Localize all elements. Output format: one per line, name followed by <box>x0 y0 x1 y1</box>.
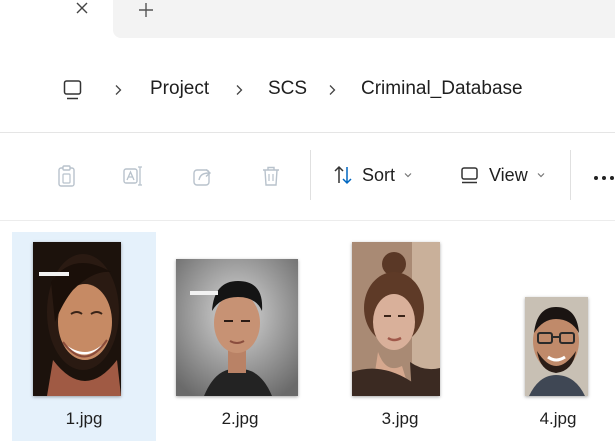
monitor-icon <box>63 80 82 100</box>
new-tab-button[interactable] <box>134 0 158 22</box>
delete-button[interactable] <box>260 164 282 188</box>
rename-button[interactable] <box>122 164 144 188</box>
thumbnail <box>525 297 588 396</box>
file-item[interactable]: 3.jpg <box>325 232 475 441</box>
photo-man-glasses <box>525 297 588 396</box>
plus-icon <box>139 3 153 17</box>
breadcrumb-criminal-database[interactable]: Criminal_Database <box>361 76 523 102</box>
copy-button[interactable] <box>56 164 78 188</box>
file-name: 1.jpg <box>65 409 103 428</box>
trash-icon <box>263 166 279 186</box>
sort-icon <box>334 165 352 185</box>
tab-strip <box>0 0 615 38</box>
new-tab-area <box>113 0 615 38</box>
thumbnail <box>176 259 298 396</box>
chevron-right-icon <box>236 85 243 95</box>
breadcrumb-project[interactable]: Project <box>150 76 209 102</box>
this-pc-button[interactable] <box>62 79 84 101</box>
sort-label: Sort <box>362 164 396 185</box>
share-icon <box>193 168 212 186</box>
view-icon <box>461 167 478 184</box>
close-icon <box>76 2 88 14</box>
thumbnail <box>352 242 440 396</box>
address-bar[interactable]: Project SCS Criminal_Database <box>0 38 615 132</box>
file-name: 2.jpg <box>221 409 259 428</box>
photo-young-man <box>176 259 298 396</box>
file-grid: 1.jpg 2.jpg 3.jpg 4.jpg <box>0 221 615 441</box>
file-name: 4.jpg <box>539 409 577 428</box>
sort-button[interactable]: Sort <box>332 157 413 193</box>
view-label: View <box>489 164 528 185</box>
command-bar: Sort View <box>0 133 615 221</box>
photo-woman-smiling <box>33 242 121 396</box>
toolbar-separator <box>310 150 311 200</box>
chevron-right-icon <box>329 85 336 95</box>
rename-icon <box>123 166 142 186</box>
file-name: 3.jpg <box>381 409 419 428</box>
thumbnail <box>33 242 121 396</box>
view-button[interactable]: View <box>459 157 546 193</box>
close-tab-button[interactable] <box>70 0 94 20</box>
clipboard-icon <box>58 165 75 187</box>
share-button[interactable] <box>192 164 214 188</box>
toolbar-separator <box>570 150 571 200</box>
photo-woman-hand-on-chin <box>352 242 440 396</box>
chevron-right-icon <box>115 85 122 95</box>
breadcrumb-scs[interactable]: SCS <box>268 76 307 102</box>
file-item[interactable]: 4.jpg <box>485 232 615 441</box>
file-item[interactable]: 1.jpg <box>12 232 156 441</box>
chevron-down-icon <box>537 173 545 178</box>
chevron-down-icon <box>404 173 412 178</box>
file-item[interactable]: 2.jpg <box>165 232 315 441</box>
more-options-button[interactable] <box>592 174 615 182</box>
more-icon <box>594 176 614 180</box>
